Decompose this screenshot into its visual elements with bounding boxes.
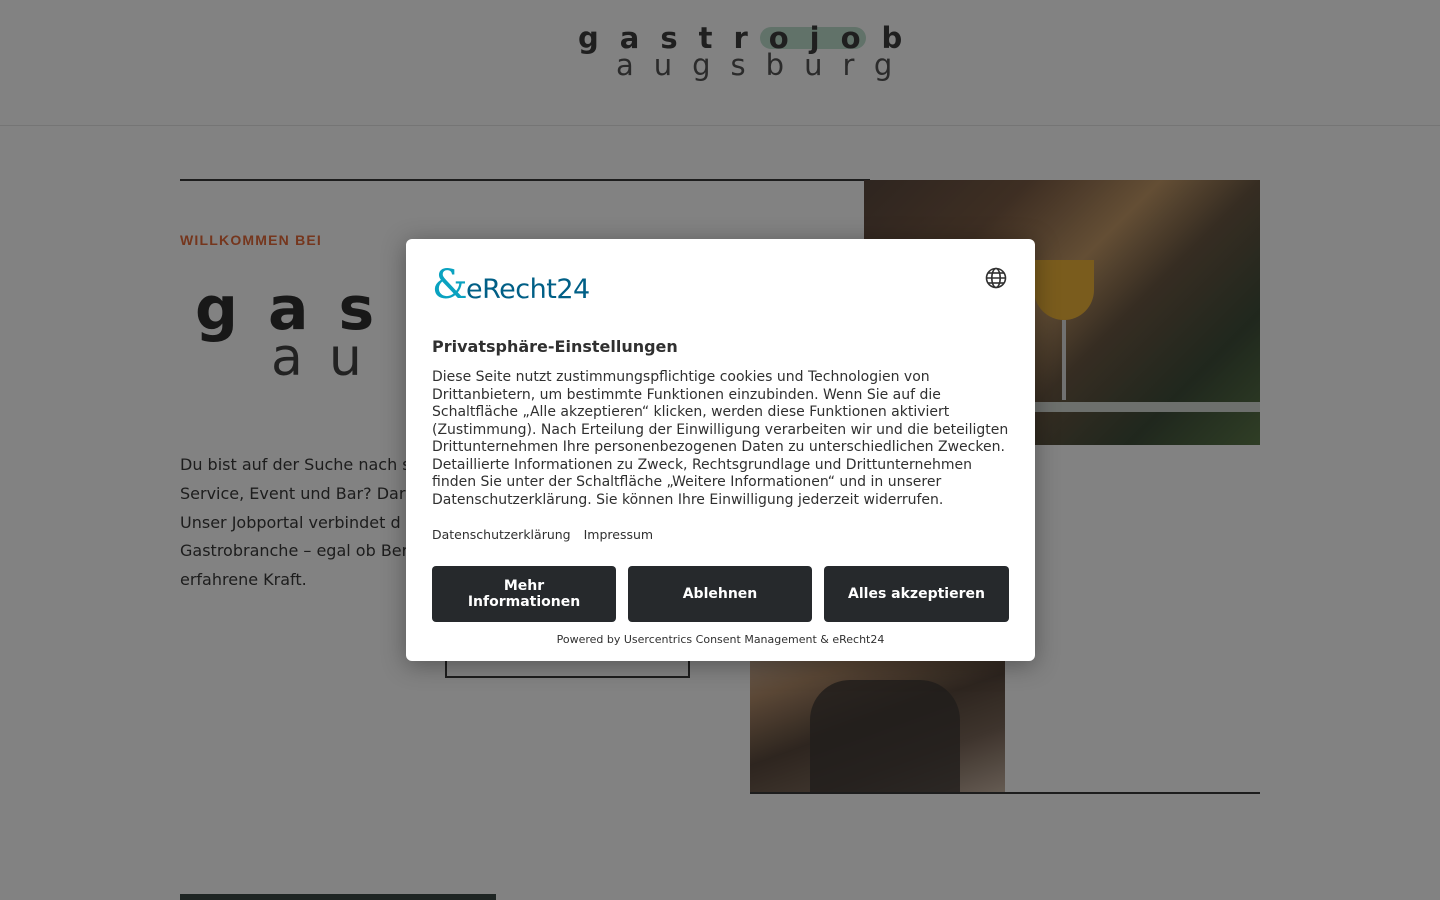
powered-by-text: Powered by Usercentrics Consent Manageme…	[556, 633, 885, 646]
consent-description: Diese Seite nutzt zustimmungspflichtige …	[432, 369, 1012, 509]
consent-links: Datenschutzerklärung Impressum	[432, 527, 662, 542]
erecht24-wordmark: eRecht24	[466, 274, 590, 305]
globe-icon	[985, 267, 1007, 289]
consent-text-line: Drittunternehmen Ihre personenbezogenen …	[432, 439, 1005, 455]
consent-dialog: & eRecht24 Privatsphäre-Einstellungen Di…	[406, 239, 1035, 661]
consent-title: Privatsphäre-Einstellungen	[432, 337, 678, 356]
erecht24-logo: & eRecht24	[432, 265, 602, 305]
accept-all-button[interactable]: Alles akzeptieren	[824, 566, 1009, 622]
consent-text-line: Detaillierte Informationen zu Zweck, Rec…	[432, 456, 973, 473]
consent-text-line: finden Sie unter der Schaltfläche „Weite…	[432, 474, 942, 490]
language-button[interactable]	[984, 266, 1008, 290]
imprint-link[interactable]: Impressum	[584, 527, 653, 542]
consent-text-line: Datenschutzerklärung. Sie können Ihre Ei…	[432, 491, 944, 508]
consent-text-line: Schaltfläche „Alle akzeptieren“ klicken,…	[432, 404, 950, 420]
consent-text-line: (Zustimmung). Nach Erteilung der Einwill…	[432, 421, 1009, 438]
consent-text-line: Diese Seite nutzt zustimmungspflichtige …	[432, 369, 930, 385]
deny-button[interactable]: Ablehnen	[628, 566, 812, 622]
erecht24-mark-icon: &	[432, 262, 468, 308]
consent-text-line: Drittanbietern, um bestimmte Funktionen …	[432, 386, 941, 403]
more-info-button[interactable]: Mehr Informationen	[432, 566, 616, 622]
privacy-policy-link[interactable]: Datenschutzerklärung	[432, 527, 571, 542]
